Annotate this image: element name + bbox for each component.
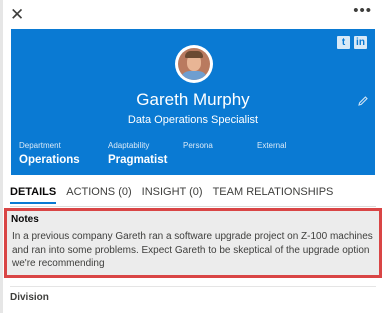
pencil-edit-icon[interactable]: [357, 95, 369, 107]
field-department-value: Operations: [19, 154, 80, 166]
division-divider: [10, 286, 376, 287]
field-adaptability: Adaptability Pragmatist: [108, 141, 167, 166]
contact-name: Gareth Murphy: [136, 90, 250, 109]
close-icon[interactable]: ✕: [10, 5, 24, 25]
division-heading: Division: [10, 292, 49, 303]
tab-actions[interactable]: ACTIONS (0): [66, 186, 131, 204]
notes-text: In a previous company Gareth ran a softw…: [12, 231, 373, 269]
tab-details[interactable]: DETAILS: [10, 186, 57, 204]
field-external-label: External: [257, 141, 287, 150]
social-links: t in: [337, 36, 367, 49]
field-external: External: [257, 141, 286, 154]
tabs-divider: [10, 206, 376, 207]
field-persona-label: Persona: [183, 141, 213, 150]
field-persona: Persona: [183, 141, 213, 154]
notes-heading: Notes: [11, 214, 39, 225]
left-edge-divider: [0, 0, 3, 313]
twitter-icon[interactable]: t: [337, 36, 350, 49]
record-tabs: DETAILS ACTIONS (0) INSIGHT (0) TEAM REL…: [10, 186, 333, 204]
contact-title: Data Operations Specialist: [127, 114, 259, 126]
tab-team-relationships[interactable]: TEAM RELATIONSHIPS: [213, 186, 334, 204]
more-options-icon[interactable]: •••: [353, 2, 372, 19]
field-department: Department Operations: [19, 141, 80, 166]
field-adaptability-label: Adaptability: [108, 141, 150, 150]
contact-header-card: t in Gareth Murphy Data Operations Speci…: [11, 29, 375, 175]
avatar: [175, 45, 213, 83]
field-department-label: Department: [19, 141, 61, 150]
notes-section: Notes In a previous company Gareth ran a…: [4, 208, 382, 278]
field-adaptability-value: Pragmatist: [108, 154, 168, 166]
tab-insight[interactable]: INSIGHT (0): [142, 186, 203, 204]
linkedin-icon[interactable]: in: [354, 36, 367, 49]
